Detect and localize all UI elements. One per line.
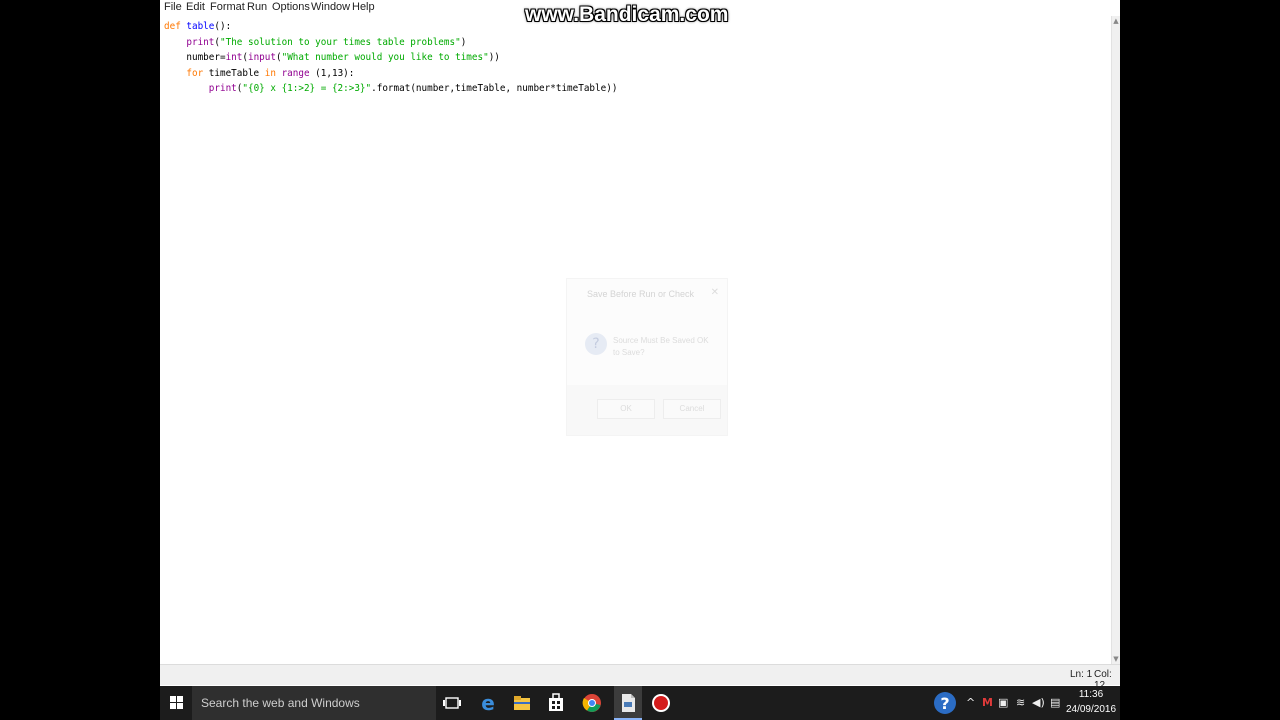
code-token: def xyxy=(164,21,187,32)
menu-help[interactable]: Help xyxy=(352,0,375,14)
chevron-up-icon[interactable]: ^ xyxy=(966,696,975,709)
chrome-icon[interactable] xyxy=(580,691,604,715)
store-icon[interactable] xyxy=(544,691,568,715)
screen: File Edit Format Run Options Window Help… xyxy=(160,0,1120,720)
bandicam-record-icon[interactable] xyxy=(649,691,673,715)
windows-logo-icon xyxy=(170,696,183,709)
clock[interactable]: 11:36 24/09/2016 xyxy=(1064,687,1118,717)
code-token: print xyxy=(208,83,237,94)
code-token: table xyxy=(186,21,215,32)
svg-text:e: e xyxy=(481,691,495,715)
code-token: "The solution to your times table proble… xyxy=(220,36,461,48)
dialog-message: Source Must Be Saved OK to Save? xyxy=(613,336,709,357)
code-token: .format(number,timeTable, number*timeTab… xyxy=(371,83,618,94)
start-button[interactable] xyxy=(160,686,192,720)
python-file-icon[interactable] xyxy=(614,686,642,720)
clock-date: 24/09/2016 xyxy=(1065,704,1117,715)
bandicam-watermark: www.Bandicam.com xyxy=(525,3,729,26)
code-token: )) xyxy=(488,52,500,63)
help-icon[interactable]: ? xyxy=(932,686,958,720)
menu-run[interactable]: Run xyxy=(247,0,267,14)
save-dialog: Save Before Run or Check ✕ ? Source Must… xyxy=(566,278,728,436)
svg-text:?: ? xyxy=(940,694,949,713)
code-line: def table(): xyxy=(164,20,231,33)
code-line: for timeTable in range (1,13): xyxy=(164,67,354,80)
code-token: "What number would you like to times" xyxy=(281,52,489,63)
menu-options[interactable]: Options xyxy=(272,0,310,14)
task-view-icon[interactable] xyxy=(440,691,464,715)
menu-window[interactable]: Window xyxy=(311,0,350,14)
taskbar-search-box[interactable]: Search the web and Windows xyxy=(192,686,436,720)
dialog-close-icon[interactable]: ✕ xyxy=(711,287,719,298)
vertical-scrollbar[interactable]: ▲ ▼ xyxy=(1111,16,1120,664)
code-line: number=int(input("What number would you … xyxy=(164,51,500,64)
scroll-up-arrow-icon[interactable]: ▲ xyxy=(1112,16,1120,26)
code-token: int xyxy=(225,52,243,63)
status-line: Ln: 1 xyxy=(1070,669,1093,680)
wifi-icon[interactable]: ≋ xyxy=(1016,696,1025,709)
code-token: (): xyxy=(214,21,232,32)
scroll-down-arrow-icon[interactable]: ▼ xyxy=(1112,654,1120,664)
cancel-button[interactable]: Cancel xyxy=(663,399,721,419)
taskbar: Search the web and Windows e ? ^ M ▣ ≋ ◀… xyxy=(160,686,1120,720)
edge-icon[interactable]: e xyxy=(476,691,500,715)
code-token: print xyxy=(186,36,215,48)
code-token: input xyxy=(247,52,276,63)
code-token: number= xyxy=(164,52,226,63)
ok-button[interactable]: OK xyxy=(597,399,655,419)
code-token: "{0} x {1:>2} = {2:>3}" xyxy=(242,83,372,94)
file-explorer-icon[interactable] xyxy=(510,691,534,715)
dialog-title: Save Before Run or Check xyxy=(587,289,695,299)
code-token: in xyxy=(264,67,276,79)
code-token: timeTable xyxy=(203,67,265,79)
notification-icon[interactable]: ▤ xyxy=(1050,696,1060,709)
code-token: ) xyxy=(460,36,467,48)
menu-edit[interactable]: Edit xyxy=(186,0,205,14)
code-line: print("The solution to your times table … xyxy=(164,36,466,49)
question-icon: ? xyxy=(585,333,607,355)
code-token: range xyxy=(281,67,310,79)
menu-file[interactable]: File xyxy=(164,0,182,14)
volume-icon[interactable]: ◀) xyxy=(1032,696,1045,709)
antivirus-icon[interactable]: M xyxy=(982,696,993,709)
network-icon[interactable]: ▣ xyxy=(998,696,1008,709)
status-bar: Ln: 1 Col: 12 xyxy=(160,664,1120,691)
right-letterbox xyxy=(1120,0,1280,720)
code-token: (1,13): xyxy=(309,67,355,79)
clock-time: 11:36 xyxy=(1078,689,1104,700)
code-line: print("{0} x {1:>2} = {2:>3}".format(num… xyxy=(164,82,618,95)
left-letterbox xyxy=(0,0,160,720)
search-placeholder: Search the web and Windows xyxy=(201,696,360,710)
menu-format[interactable]: Format xyxy=(210,0,245,14)
code-token: for xyxy=(186,67,204,79)
